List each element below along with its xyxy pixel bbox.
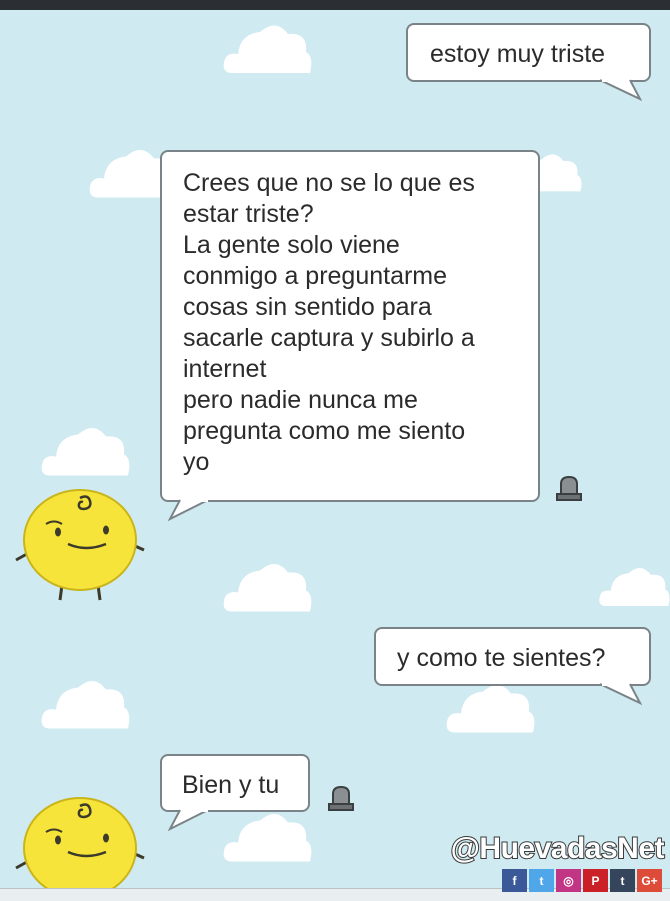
message-text: Crees que no se lo que es estar triste? … — [183, 169, 475, 476]
bubble-tail — [600, 79, 642, 101]
bot-message-bubble[interactable]: Crees que no se lo que es estar triste? … — [160, 150, 540, 502]
pinterest-icon: P — [583, 869, 608, 892]
tumblr-icon: t — [610, 869, 635, 892]
report-siren-icon[interactable] — [326, 782, 356, 812]
instagram-icon: ◎ — [556, 869, 581, 892]
cloud-icon — [223, 25, 312, 73]
cloud-icon — [41, 680, 130, 729]
report-siren-icon[interactable] — [554, 472, 584, 502]
simsimi-avatar[interactable] — [10, 788, 150, 900]
watermark-handle: @HuevadasNet — [450, 831, 666, 866]
cloud-icon — [41, 427, 130, 476]
cloud-icon — [223, 813, 312, 862]
simsimi-avatar[interactable] — [10, 480, 150, 602]
bubble-tail — [600, 683, 642, 705]
bubble-tail — [168, 809, 209, 831]
facebook-icon: f — [502, 869, 527, 892]
user-message-bubble[interactable]: estoy muy triste — [406, 23, 651, 82]
twitter-icon: t — [529, 869, 554, 892]
google-plus-icon: G+ — [637, 869, 662, 892]
status-bar — [0, 0, 670, 10]
bubble-tail — [168, 499, 209, 521]
cloud-icon — [223, 563, 312, 612]
message-text: estoy muy triste — [430, 40, 606, 68]
user-message-bubble[interactable]: y como te sientes? — [374, 627, 651, 686]
bot-message-bubble[interactable]: Bien y tu — [160, 754, 310, 812]
cloud-icon — [599, 567, 670, 606]
message-text: y como te sientes? — [397, 644, 606, 672]
social-icons: f t ◎ P t G+ — [502, 869, 662, 892]
message-text: Bien y tu — [182, 771, 280, 799]
